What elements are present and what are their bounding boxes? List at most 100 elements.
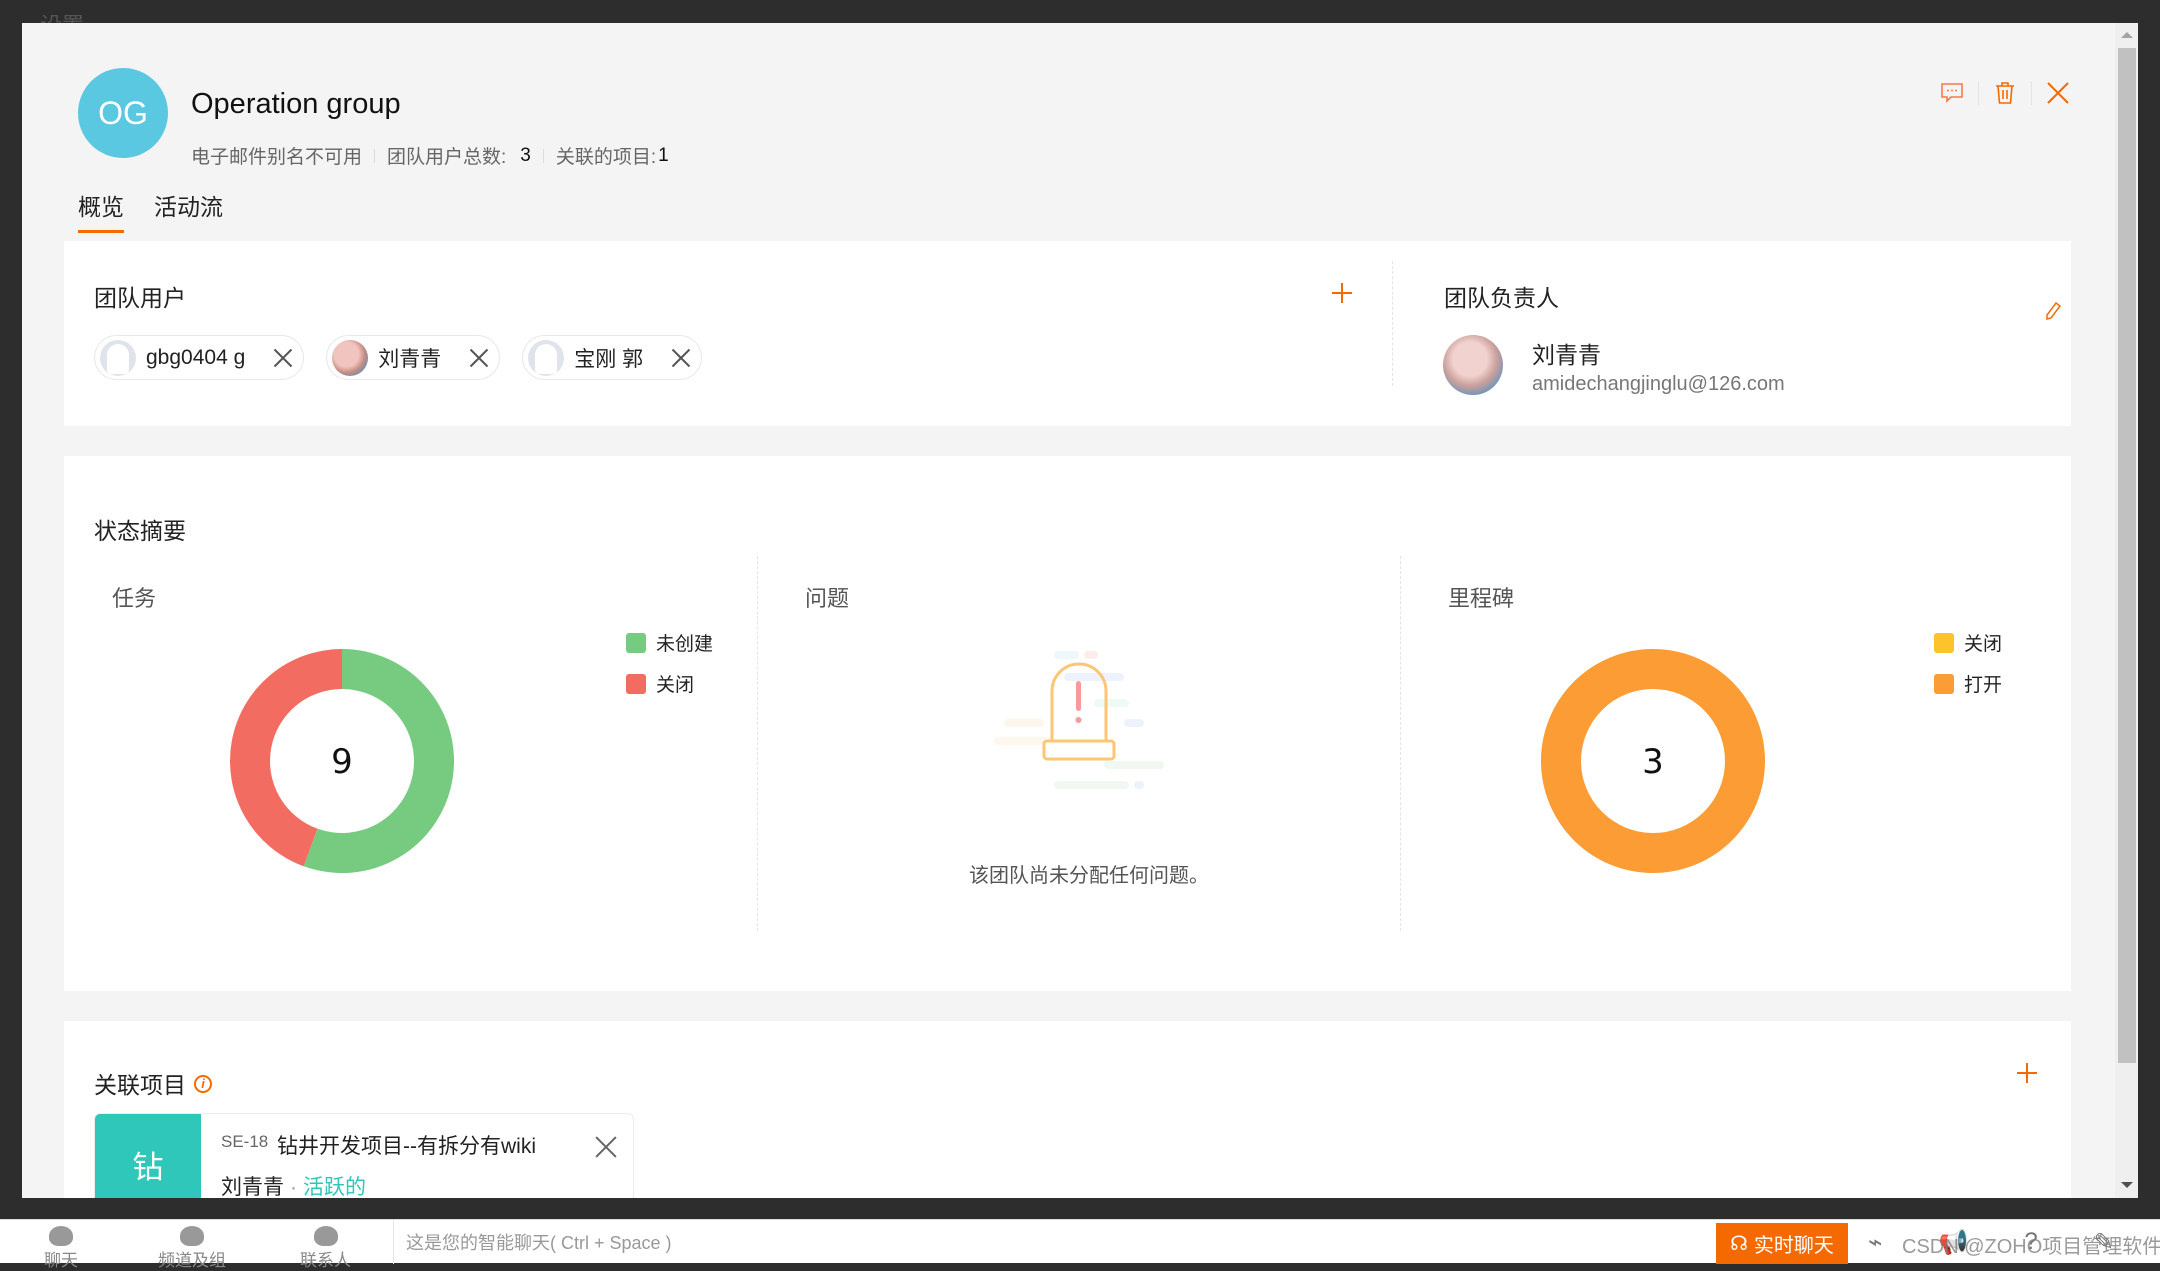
team-detail-modal: OG Operation group 电子邮件别名不可用 团队用户总数: 3 关… bbox=[22, 23, 2138, 1198]
legend-item-open[interactable]: 打开 bbox=[1934, 670, 2002, 697]
contacts-icon bbox=[313, 1226, 338, 1246]
team-user-chip: 刘青青 bbox=[326, 335, 501, 380]
live-chat-label: 实时聊天 bbox=[1753, 1235, 1834, 1257]
team-title: Operation group bbox=[191, 88, 401, 120]
issues-empty-message: 该团队尚未分配任何问题。 bbox=[969, 865, 1209, 887]
alarm-illustration-icon bbox=[994, 651, 1164, 789]
linked-project-item[interactable]: 钻 SE-18 钻井开发项目--有拆分有wiki 刘青青 · 活跃的 bbox=[94, 1113, 634, 1198]
linked-projects-card: 关联项目 i 钻 SE-18 钻井开发项目--有拆分有wiki 刘青青 · 活跃的 bbox=[64, 1021, 2071, 1198]
legend-label: 关闭 bbox=[1964, 634, 2003, 655]
project-status: 活跃的 bbox=[303, 1176, 366, 1198]
channels-icon bbox=[180, 1226, 204, 1246]
nav-chat[interactable]: 聊天 bbox=[44, 1220, 78, 1271]
user-avatar bbox=[100, 339, 136, 376]
milestones-chart-title: 里程碑 bbox=[1448, 586, 1515, 611]
legend-swatch bbox=[626, 632, 646, 653]
owner-email: amidechangjinglu@126.com bbox=[1532, 373, 1785, 395]
user-name: gbg0404 g bbox=[146, 345, 246, 369]
add-team-user-button[interactable] bbox=[1332, 283, 1352, 303]
unlink-project-button[interactable] bbox=[595, 1136, 617, 1158]
close-icon bbox=[2047, 82, 2069, 104]
section-divider bbox=[1400, 556, 1401, 931]
edit-owner-button[interactable] bbox=[2044, 301, 2062, 326]
tasks-chart-title: 任务 bbox=[112, 586, 157, 611]
nav-contacts[interactable]: 联系人 bbox=[300, 1220, 351, 1271]
tasks-legend: 未创建 关闭 bbox=[626, 629, 713, 697]
nav-label: 联系人 bbox=[300, 1251, 351, 1270]
linked-projects-value: 1 bbox=[658, 144, 669, 166]
team-users-card: 团队用户 gbg0404 g 刘青青 宝刚 郭 团队负责人 刘青青 amidec… bbox=[64, 241, 2071, 426]
user-count-label: 团队用户总数: bbox=[387, 147, 507, 168]
tab-bar: 概览 活动流 bbox=[78, 188, 223, 233]
scroll-thumb[interactable] bbox=[2118, 48, 2136, 1063]
legend-swatch bbox=[626, 673, 646, 694]
team-owner-title: 团队负责人 bbox=[1444, 285, 1559, 311]
tab-activity-stream[interactable]: 活动流 bbox=[154, 188, 223, 233]
scroll-up-arrow[interactable] bbox=[2121, 32, 2133, 38]
modal-scrollbar[interactable] bbox=[2115, 23, 2138, 1198]
team-avatar: OG bbox=[78, 68, 168, 158]
live-chat-button[interactable]: ☊ 实时聊天 bbox=[1716, 1223, 1848, 1264]
plug-icon[interactable]: ⌁ bbox=[1868, 1228, 1882, 1257]
legend-item-closed[interactable]: 关闭 bbox=[1934, 629, 2002, 656]
legend-item-closed[interactable]: 关闭 bbox=[626, 670, 713, 697]
header-actions bbox=[1932, 73, 2078, 113]
linked-projects-title: 关联项目 i bbox=[94, 1066, 212, 1100]
delete-button[interactable] bbox=[1985, 73, 2025, 113]
team-user-chip: gbg0404 g bbox=[94, 335, 305, 380]
project-key: SE-18 bbox=[221, 1132, 269, 1151]
chat-bottom-bar: 聊天 频道及组 联系人 这是您的智能聊天( Ctrl + Space ) ☊ 实… bbox=[0, 1219, 2160, 1270]
remove-user-button[interactable] bbox=[273, 348, 293, 368]
legend-swatch bbox=[1934, 673, 1954, 694]
info-icon[interactable]: i bbox=[194, 1074, 212, 1093]
pencil-icon bbox=[2046, 301, 2062, 320]
user-name: 刘青青 bbox=[378, 347, 442, 371]
meta-dot: · bbox=[290, 1176, 297, 1198]
donut-center-total: 3 bbox=[1642, 742, 1664, 782]
remove-user-button[interactable] bbox=[469, 348, 489, 368]
status-summary-title: 状态摘要 bbox=[94, 518, 186, 544]
remove-user-button[interactable] bbox=[671, 348, 691, 368]
milestones-legend: 关闭 打开 bbox=[1934, 629, 2002, 697]
tasks-donut-chart: 9 bbox=[229, 649, 454, 873]
team-user-chip: 宝刚 郭 bbox=[522, 335, 703, 380]
donut-center-total: 9 bbox=[331, 742, 353, 782]
section-divider bbox=[757, 556, 758, 931]
owner-avatar bbox=[1443, 335, 1503, 395]
nav-channels-groups[interactable]: 频道及组 bbox=[158, 1220, 226, 1271]
comment-button[interactable] bbox=[1932, 73, 1972, 113]
nav-label: 聊天 bbox=[44, 1251, 78, 1270]
scroll-down-arrow[interactable] bbox=[2121, 1182, 2133, 1188]
meta-separator bbox=[542, 148, 544, 163]
section-divider bbox=[1392, 261, 1393, 386]
legend-swatch bbox=[1934, 632, 1954, 653]
legend-item-not-created[interactable]: 未创建 bbox=[626, 629, 713, 656]
project-name[interactable]: 钻井开发项目--有拆分有wiki bbox=[277, 1130, 536, 1160]
legend-label: 关闭 bbox=[656, 675, 695, 696]
team-users-title: 团队用户 bbox=[94, 285, 186, 311]
user-avatar bbox=[332, 339, 369, 376]
legend-label: 打开 bbox=[1964, 675, 2003, 696]
email-alias-status: 电子邮件别名不可用 bbox=[191, 147, 363, 168]
action-divider bbox=[1978, 81, 1979, 105]
linked-projects-label: 关联的项目: bbox=[555, 147, 657, 168]
milestones-donut-chart: 3 bbox=[1541, 649, 1765, 873]
tab-overview[interactable]: 概览 bbox=[78, 188, 124, 233]
headset-icon: ☊ bbox=[1730, 1233, 1748, 1255]
linked-projects-title-text: 关联项目 bbox=[94, 1072, 186, 1098]
add-linked-project-button[interactable] bbox=[2017, 1063, 2037, 1083]
chat-icon bbox=[49, 1226, 73, 1246]
close-button[interactable] bbox=[2038, 73, 2078, 113]
project-meta: 刘青青 · 活跃的 bbox=[221, 1171, 366, 1198]
status-summary-card: 状态摘要 任务 9 未创建 关闭 问题 该团队尚未分配任何问题。 里程碑 3 关… bbox=[64, 456, 2071, 991]
issues-title: 问题 bbox=[805, 586, 850, 611]
trash-icon bbox=[1996, 82, 2014, 104]
legend-label: 未创建 bbox=[656, 634, 714, 655]
comment-icon bbox=[1941, 83, 1963, 103]
project-badge: 钻 bbox=[95, 1114, 201, 1198]
team-users-list: gbg0404 g 刘青青 宝刚 郭 bbox=[94, 335, 703, 380]
nav-label: 频道及组 bbox=[158, 1251, 226, 1270]
smart-chat-input[interactable]: 这是您的智能聊天( Ctrl + Space ) bbox=[393, 1220, 1693, 1264]
user-avatar bbox=[528, 339, 565, 376]
action-divider bbox=[2031, 81, 2032, 105]
